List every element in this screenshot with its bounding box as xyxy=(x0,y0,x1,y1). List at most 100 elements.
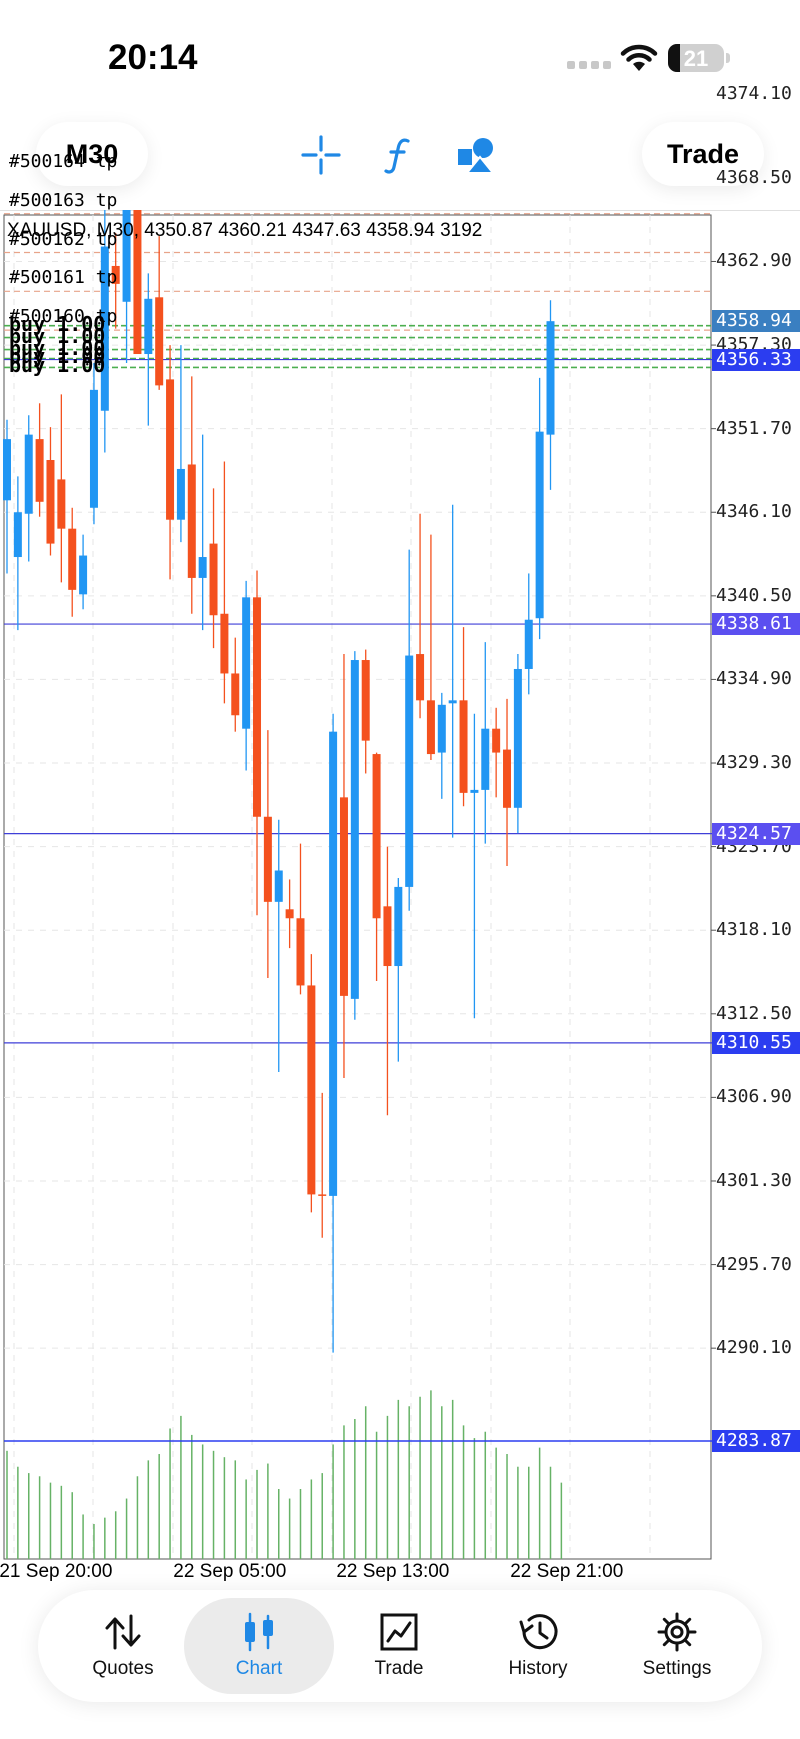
candle-bullish xyxy=(394,886,403,967)
candle-bullish xyxy=(481,728,490,790)
price-tag: 4310.55 xyxy=(712,1031,800,1054)
price-tick-label: 4340.50 xyxy=(716,584,792,606)
candle-bearish xyxy=(372,754,381,919)
order-tp-label: #500162 tp xyxy=(9,228,118,250)
price-tag: 4356.33 xyxy=(712,348,800,371)
crosshair-icon[interactable] xyxy=(298,132,344,178)
price-tag: 4338.61 xyxy=(712,613,800,636)
tab-settings[interactable]: Settings xyxy=(602,1598,752,1694)
objects-icon[interactable] xyxy=(454,132,500,178)
candle-bearish xyxy=(383,906,392,967)
battery-cap xyxy=(726,53,730,63)
price-tag: 4283.87 xyxy=(712,1430,800,1452)
candle-bullish xyxy=(437,704,446,753)
price-tick-label: 4334.90 xyxy=(716,668,792,690)
price-tick-label: 4329.30 xyxy=(716,752,792,774)
candle-bearish xyxy=(253,597,262,817)
candle-bearish xyxy=(307,985,316,1195)
candle-bullish xyxy=(13,512,22,558)
price-tick-label: 4374.10 xyxy=(716,83,792,105)
candle-bearish xyxy=(68,528,77,590)
candle-bearish xyxy=(57,479,66,529)
tab-chart[interactable]: Chart xyxy=(184,1598,334,1694)
candle-bearish xyxy=(166,379,175,520)
time-label: 22 Sep 05:00 xyxy=(173,1561,287,1582)
wifi-icon xyxy=(620,44,658,71)
candle-bullish xyxy=(144,298,153,355)
candle-bearish xyxy=(296,918,305,986)
chart-canvas[interactable] xyxy=(0,210,800,1600)
candle-bullish xyxy=(513,668,522,808)
candle-bearish xyxy=(492,728,501,753)
tab-history[interactable]: History xyxy=(463,1598,613,1694)
status-bar: 20:14 21 xyxy=(0,0,800,110)
tab-settings-label: Settings xyxy=(642,1658,712,1679)
tab-quotes-label: Quotes xyxy=(92,1658,154,1679)
quotes-icon xyxy=(103,1612,143,1652)
price-tick-label: 4312.50 xyxy=(716,1002,792,1024)
candle-bearish xyxy=(35,439,44,502)
candle-bullish xyxy=(79,555,88,595)
time-label: 22 Sep 13:00 xyxy=(336,1561,450,1582)
price-tick-label: 4306.90 xyxy=(716,1086,792,1108)
price-tick-label: 4290.10 xyxy=(716,1337,792,1359)
candle-bearish xyxy=(459,700,468,793)
candle-bullish xyxy=(350,660,359,999)
price-tick-label: 4346.10 xyxy=(716,501,792,523)
price-tick-label: 4301.30 xyxy=(716,1169,792,1191)
candle-bearish xyxy=(187,464,196,578)
candle-bearish xyxy=(220,613,229,674)
candle-bullish xyxy=(329,731,338,1196)
price-tick-label: 4295.70 xyxy=(716,1253,792,1275)
order-tp-label: #500163 tp xyxy=(9,189,118,211)
candle-bullish xyxy=(274,870,283,902)
candle-bullish xyxy=(405,655,414,887)
time-label: 22 Sep 21:00 xyxy=(510,1561,624,1582)
candle-bullish xyxy=(89,389,98,508)
price-tag: 4358.94 xyxy=(712,309,800,332)
candle-bearish xyxy=(339,797,348,996)
chart-toolbar: M30 Trade xyxy=(0,110,800,210)
history-icon xyxy=(517,1612,559,1652)
candle-bearish xyxy=(155,297,164,386)
candle-bullish xyxy=(524,619,533,669)
candle-bearish xyxy=(426,700,435,755)
candle-bullish xyxy=(470,789,479,793)
order-tp-label: #500164 tp xyxy=(9,150,118,172)
trade-icon xyxy=(380,1612,418,1652)
price-tick-label: 4351.70 xyxy=(716,417,792,439)
candle-bearish xyxy=(416,654,425,701)
chart-icon xyxy=(242,1612,276,1652)
cellular-signal-icon xyxy=(567,61,611,69)
candle-bearish xyxy=(503,749,512,808)
tab-history-label: History xyxy=(508,1658,568,1679)
price-chart[interactable]: XAUUSD, M30, 4350.87 4360.21 4347.63 435… xyxy=(0,83,800,1600)
candle-bearish xyxy=(318,1194,327,1196)
candle-bullish xyxy=(535,431,544,619)
tab-quotes[interactable]: Quotes xyxy=(48,1598,198,1694)
candle-bearish xyxy=(209,543,218,616)
buy-order-label: buy 1.00 xyxy=(9,353,106,378)
candle-bullish xyxy=(546,321,555,435)
candle-bullish xyxy=(198,557,207,578)
tab-trade-label: Trade xyxy=(374,1658,424,1679)
candle-bearish xyxy=(285,909,294,919)
battery-icon: 21 xyxy=(668,44,724,72)
candle-bullish xyxy=(3,439,11,501)
tab-trade[interactable]: Trade xyxy=(324,1598,474,1694)
price-tick-label: 4362.90 xyxy=(716,250,792,272)
candle-bullish xyxy=(176,468,185,520)
function-icon[interactable] xyxy=(375,132,421,178)
price-tick-label: 4368.50 xyxy=(716,166,792,188)
candle-bearish xyxy=(231,673,240,716)
candle-bullish xyxy=(242,597,251,729)
candle-bullish xyxy=(448,700,457,704)
status-time: 20:14 xyxy=(108,38,198,77)
battery-percent: 21 xyxy=(683,46,709,71)
candle-bullish xyxy=(24,434,33,514)
candle-bearish xyxy=(263,816,272,902)
time-label: 21 Sep 20:00 xyxy=(0,1561,113,1582)
price-tick-label: 4318.10 xyxy=(716,919,792,941)
tab-chart-label: Chart xyxy=(235,1658,283,1679)
candle-bearish xyxy=(46,460,55,544)
